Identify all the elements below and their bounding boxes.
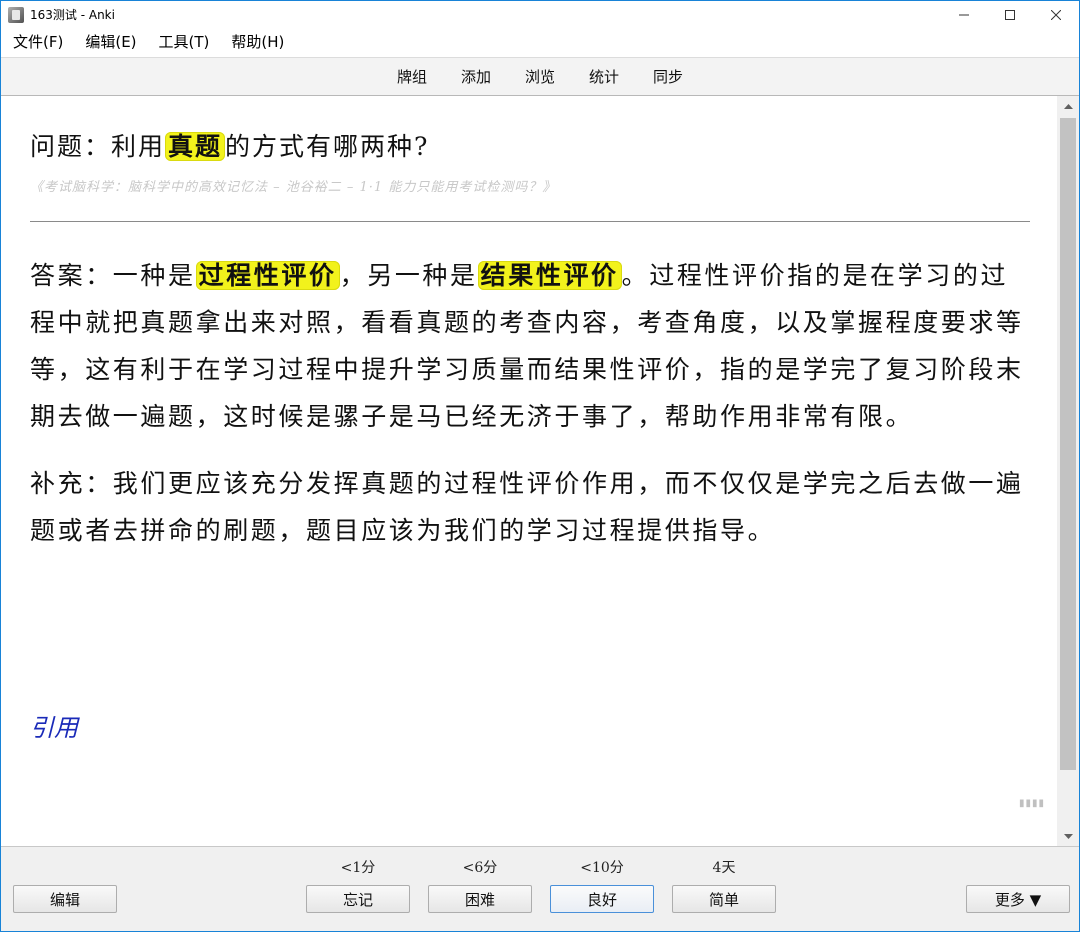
- menu-file[interactable]: 文件(F): [5, 28, 71, 57]
- interval-again: <1分: [340, 860, 376, 876]
- again-button[interactable]: 忘记: [306, 885, 410, 913]
- answer-divider: [30, 221, 1030, 222]
- menu-tools[interactable]: 工具(T): [151, 28, 218, 57]
- scroll-up-icon: [1063, 103, 1073, 109]
- main-toolbar: 牌组 添加 浏览 统计 同步: [1, 57, 1079, 96]
- menu-edit[interactable]: 编辑(E): [77, 28, 144, 57]
- easy-button[interactable]: 简单: [672, 885, 776, 913]
- maximize-icon: [1005, 9, 1015, 20]
- title-bar: 163测试 - Anki: [1, 1, 1079, 28]
- card-source: 《考试脑科学：脑科学中的高效记忆法 – 池谷裕二 – 1·1 能力只能用考试检测…: [30, 180, 557, 195]
- toolbar-sync-link[interactable]: 同步: [653, 66, 683, 87]
- window-title: 163测试 - Anki: [30, 8, 115, 22]
- toolbar-stats-link[interactable]: 统计: [589, 66, 619, 87]
- card: 问题：利用 真题 的方式有哪两种? 《考试脑科学：脑科学中的高效记忆法 – 池谷裕二…: [30, 124, 1030, 554]
- question-suffix: 的方式有哪两种?: [225, 132, 430, 161]
- minimize-icon: [959, 14, 969, 15]
- question-prefix: 问题：利用: [30, 132, 166, 161]
- more-button[interactable]: 更多 ▼: [966, 885, 1070, 913]
- window-controls: [941, 1, 1079, 28]
- close-icon: [1051, 9, 1061, 20]
- answer-bar: 编辑 <1分 <6分 <10分 4天 忘记 困难 良好 简单 更多 ▼: [1, 846, 1079, 931]
- close-button[interactable]: [1033, 1, 1079, 28]
- quote-label: 引用: [30, 714, 78, 742]
- toolbar-add-link[interactable]: 添加: [461, 66, 491, 87]
- answer-prefix: 答案：一种是: [30, 261, 196, 290]
- answer-highlight-process: 过程性评价: [195, 261, 340, 290]
- maximize-button[interactable]: [987, 1, 1033, 28]
- interval-hard: <6分: [462, 860, 498, 876]
- toolbar-browse-link[interactable]: 浏览: [525, 66, 555, 87]
- edit-button[interactable]: 编辑: [13, 885, 117, 913]
- menu-bar: 文件(F) 编辑(E) 工具(T) 帮助(H): [1, 28, 1079, 57]
- good-button[interactable]: 良好: [550, 885, 654, 913]
- anki-window: 163测试 - Anki 文件(F) 编辑(E) 工具(T) 帮助(H) 牌组 …: [0, 0, 1080, 932]
- menu-help[interactable]: 帮助(H): [223, 28, 292, 57]
- minimize-button[interactable]: [941, 1, 987, 28]
- card-view: 问题：利用 真题 的方式有哪两种? 《考试脑科学：脑科学中的高效记忆法 – 池谷裕二…: [1, 96, 1057, 846]
- scroll-down-icon: [1063, 833, 1073, 839]
- answer-middle: ，另一种是: [339, 261, 478, 290]
- toolbar-decks-link[interactable]: 牌组: [397, 66, 427, 87]
- anki-app-icon: [8, 6, 24, 23]
- answer-highlight-result: 结果性评价: [477, 261, 622, 290]
- scroll-up-button[interactable]: [1057, 96, 1079, 116]
- question-highlight: 真题: [165, 132, 226, 161]
- card-question: 问题：利用 真题 的方式有哪两种?: [30, 124, 1030, 170]
- hard-button[interactable]: 困难: [428, 885, 532, 913]
- card-answer: 答案：一种是 过程性评价 ，另一种是 结果性评价 。过程性评价指的是在学习的过程中就把真…: [30, 252, 1030, 440]
- interval-good: <10分: [580, 860, 624, 876]
- scroll-down-button[interactable]: [1057, 826, 1079, 846]
- vertical-scrollbar[interactable]: [1057, 96, 1079, 846]
- resize-grip-icon[interactable]: ▮▮▮▮: [1019, 798, 1045, 809]
- scroll-thumb[interactable]: [1060, 118, 1076, 770]
- interval-easy: 4天: [712, 860, 736, 876]
- card-supplement: 补充：我们更应该充分发挥真题的过程性评价作用，而不仅仅是学完之后去做一遍题或者去…: [30, 469, 1024, 545]
